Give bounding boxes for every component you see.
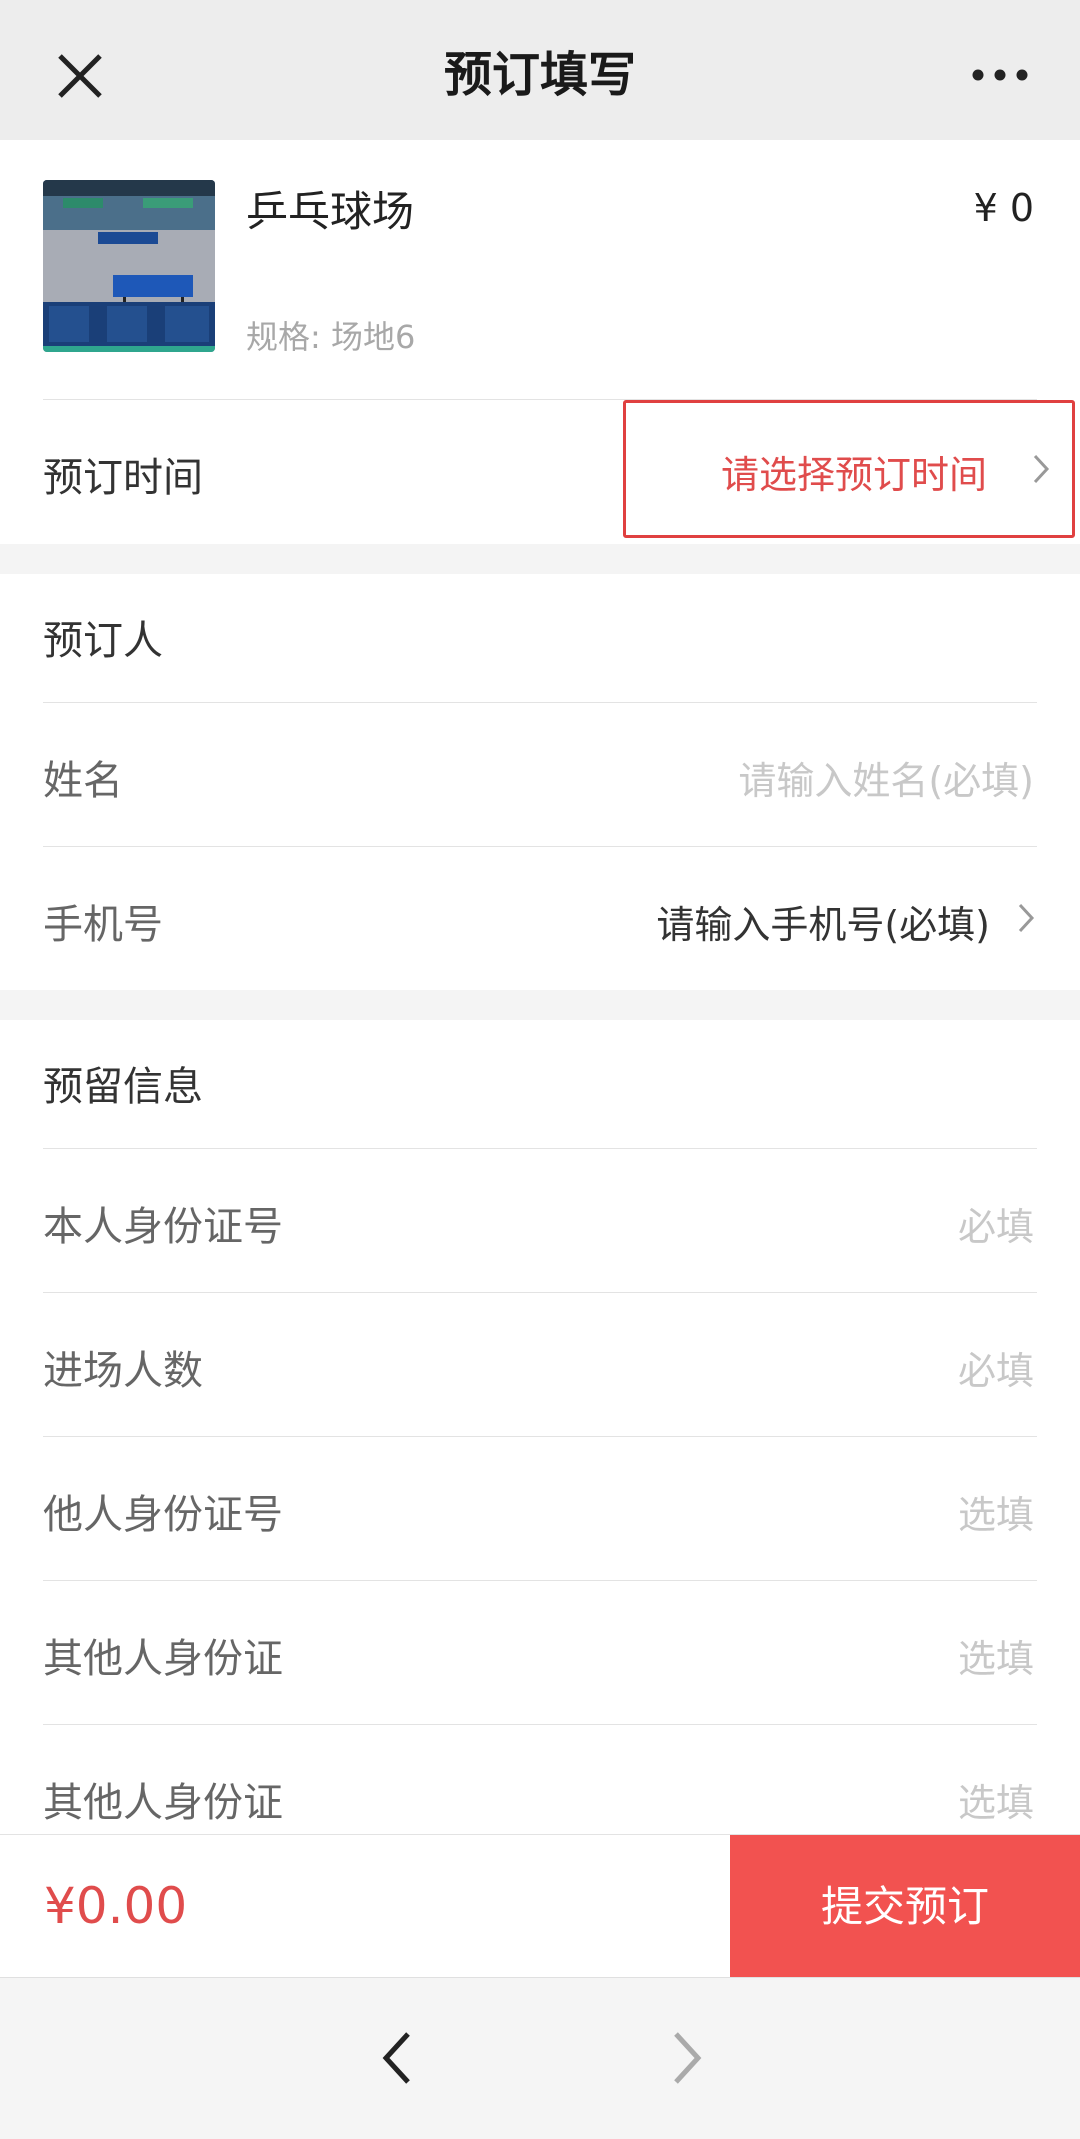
chevron-right-icon[interactable]: [666, 2026, 706, 2090]
booker-section: 预订人 姓名 请输入姓名(必填) 手机号 请输入手机号(必填): [0, 574, 1080, 990]
id-number-label: 本人身份证号: [43, 1204, 283, 1250]
other-id-number-label: 他人身份证号: [43, 1492, 283, 1538]
other-person-id-row-1[interactable]: 其他人身份证 选填: [0, 1581, 1080, 1724]
booking-time-label: 预订时间: [43, 455, 203, 501]
name-row[interactable]: 姓名 请输入姓名(必填): [0, 703, 1080, 846]
submit-booking-button[interactable]: 提交预订: [730, 1835, 1080, 1978]
product-price: ¥ 0: [973, 186, 1034, 230]
other-person-id-input[interactable]: 选填: [958, 1628, 1034, 1683]
entry-count-row[interactable]: 进场人数 必填: [0, 1293, 1080, 1436]
other-id-number-input[interactable]: 选填: [958, 1484, 1034, 1539]
entry-count-input[interactable]: 必填: [958, 1340, 1034, 1395]
browser-nav-bar: [0, 1977, 1080, 2139]
other-person-id-input[interactable]: 选填: [958, 1772, 1034, 1827]
phone-row[interactable]: 手机号 请输入手机号(必填): [0, 847, 1080, 990]
reserved-info-title: 预留信息: [43, 1064, 203, 1110]
phone-label: 手机号: [43, 902, 163, 948]
booking-time-highlight: [623, 400, 1075, 538]
other-person-id-label: 其他人身份证: [43, 1780, 283, 1826]
chevron-left-icon[interactable]: [378, 2026, 418, 2090]
bottom-action-bar: ¥0.00 提交预订: [0, 1834, 1080, 1978]
product-spec: 规格: 场地6: [246, 318, 416, 356]
other-person-id-row-2[interactable]: 其他人身份证 选填: [0, 1725, 1080, 1834]
product-image: [43, 180, 215, 352]
name-label: 姓名: [43, 758, 123, 804]
top-bar: 预订填写: [0, 0, 1080, 140]
phone-input[interactable]: 请输入手机号(必填): [656, 894, 990, 949]
other-id-number-row[interactable]: 他人身份证号 选填: [0, 1437, 1080, 1580]
more-icon[interactable]: [970, 60, 1030, 90]
id-number-input[interactable]: 必填: [958, 1196, 1034, 1251]
booker-section-title: 预订人: [43, 618, 163, 664]
entry-count-label: 进场人数: [43, 1348, 203, 1394]
total-price: ¥0.00: [44, 1877, 188, 1935]
product-name: 乒乓球场: [246, 187, 415, 236]
page-title: 预订填写: [443, 47, 636, 103]
id-number-row[interactable]: 本人身份证号 必填: [0, 1149, 1080, 1292]
name-input[interactable]: 请输入姓名(必填): [738, 750, 1034, 805]
reserved-info-section: 预留信息 本人身份证号 必填 进场人数 必填 他人身份证号 选填 其他人身份证 …: [0, 1020, 1080, 1834]
other-person-id-label: 其他人身份证: [43, 1636, 283, 1682]
chevron-right-icon: [1018, 903, 1035, 933]
